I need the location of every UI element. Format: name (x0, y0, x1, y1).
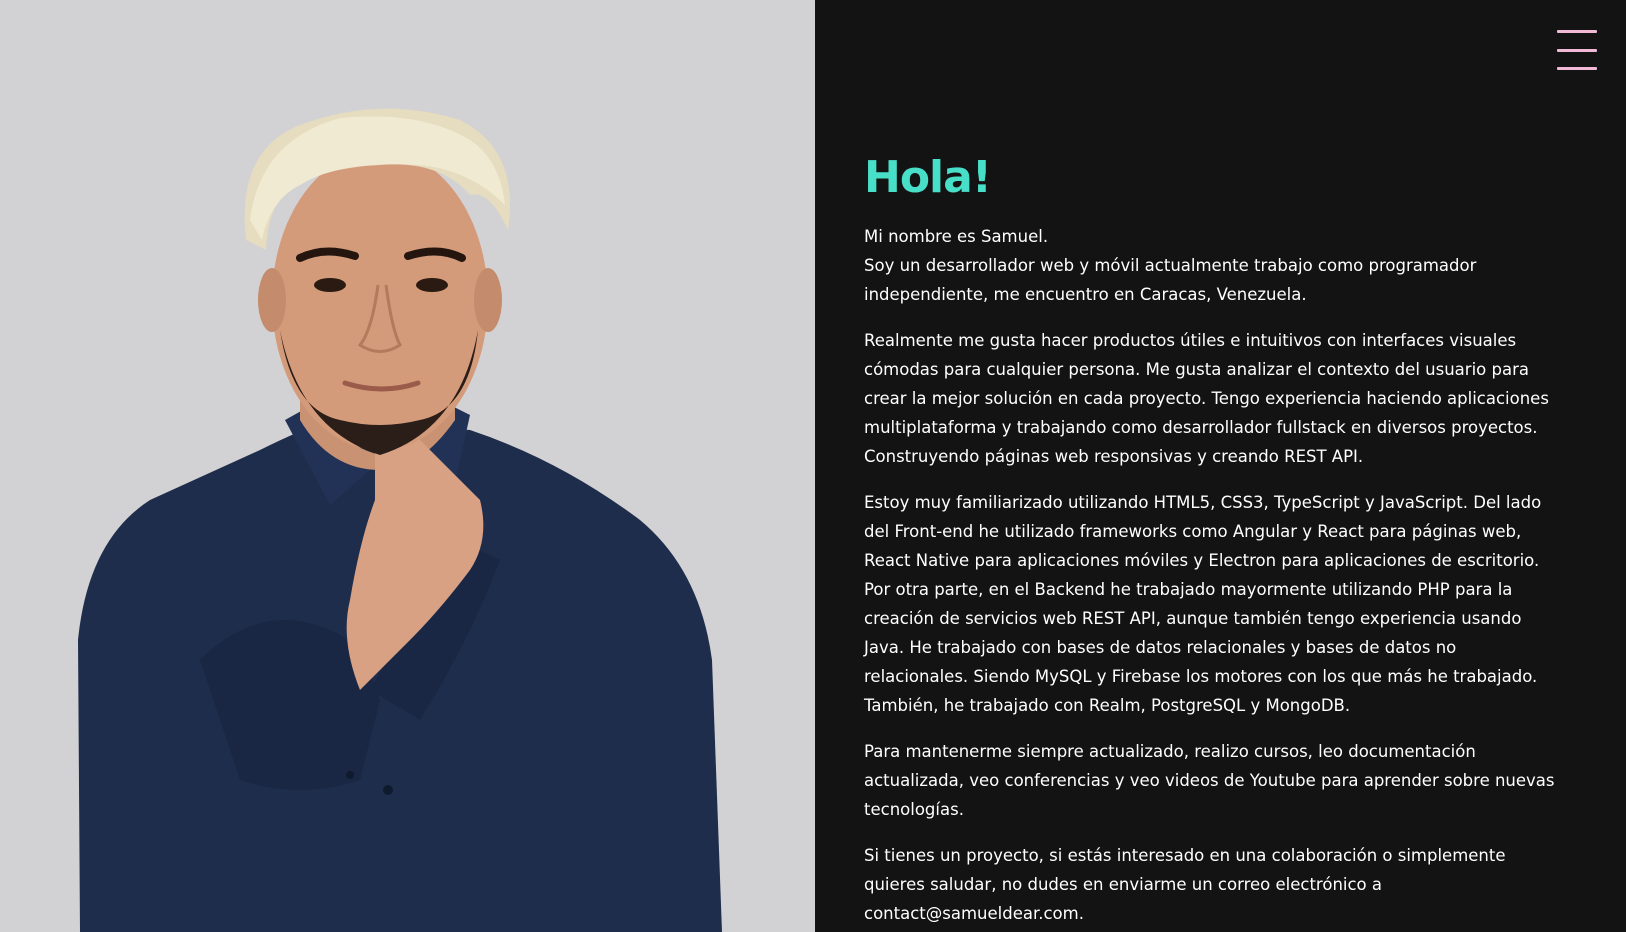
hamburger-menu-icon (1557, 30, 1597, 33)
paragraph-line: actualizada, veo conferencias y veo vide… (864, 771, 1555, 790)
paragraph-line: tecnologías. (864, 800, 964, 819)
paragraph-line: Construyendo páginas web responsivas y c… (864, 447, 1364, 466)
paragraph-line: cómodas para cualquier persona. Me gusta… (864, 360, 1529, 379)
paragraph-line: Para mantenerme siempre actualizado, rea… (864, 742, 1476, 761)
paragraph-line: Si tienes un proyecto, si estás interesa… (864, 846, 1506, 865)
skills-paragraph: Estoy muy familiarizado utilizando HTML5… (864, 488, 1564, 720)
products-paragraph: Realmente me gusta hacer productos útile… (864, 326, 1564, 471)
paragraph-line: Estoy muy familiarizado utilizando HTML5… (864, 493, 1542, 512)
paragraph-line: crear la mejor solución en cada proyecto… (864, 389, 1549, 408)
contact-email[interactable]: contact@samueldear.com. (864, 899, 1564, 928)
content-panel: Hola! Mi nombre es Samuel. Soy un desarr… (815, 0, 1626, 932)
paragraph-line: quieres saludar, no dudes en enviarme un… (864, 875, 1383, 894)
contact-paragraph: Si tienes un proyecto, si estás interesa… (864, 841, 1564, 928)
paragraph-line: independiente, me encuentro en Caracas, … (864, 285, 1307, 304)
about-text: Hola! Mi nombre es Samuel. Soy un desarr… (864, 148, 1564, 932)
portrait-photo (78, 108, 722, 932)
intro-paragraph: Mi nombre es Samuel. Soy un desarrollado… (864, 222, 1564, 309)
learning-paragraph: Para mantenerme siempre actualizado, rea… (864, 737, 1564, 824)
about-page: Hola! Mi nombre es Samuel. Soy un desarr… (0, 0, 1626, 932)
paragraph-line: Por otra parte, en el Backend he trabaja… (864, 580, 1513, 599)
photo-panel (0, 0, 815, 932)
greeting-heading: Hola! (864, 152, 992, 203)
paragraph-line: Mi nombre es Samuel. (864, 227, 1049, 246)
hamburger-menu-icon (1557, 67, 1597, 70)
paragraph-line: multiplataforma y trabajando como desarr… (864, 418, 1538, 437)
paragraph-line: del Front-end he utilizado frameworks co… (864, 522, 1522, 541)
paragraph-line: Java. He trabajado con bases de datos re… (864, 638, 1457, 657)
paragraph-line: relacionales. Siendo MySQL y Firebase lo… (864, 667, 1538, 686)
paragraph-line: También, he trabajado con Realm, Postgre… (864, 696, 1351, 715)
paragraph-line: React Native para aplicaciones móviles y… (864, 551, 1540, 570)
paragraph-line: Soy un desarrollador web y móvil actualm… (864, 256, 1477, 275)
menu-button[interactable] (1557, 28, 1597, 72)
hamburger-menu-icon (1557, 48, 1597, 52)
paragraph-line: Realmente me gusta hacer productos útile… (864, 331, 1517, 350)
paragraph-line: creación de servicios web REST API, aunq… (864, 609, 1522, 628)
